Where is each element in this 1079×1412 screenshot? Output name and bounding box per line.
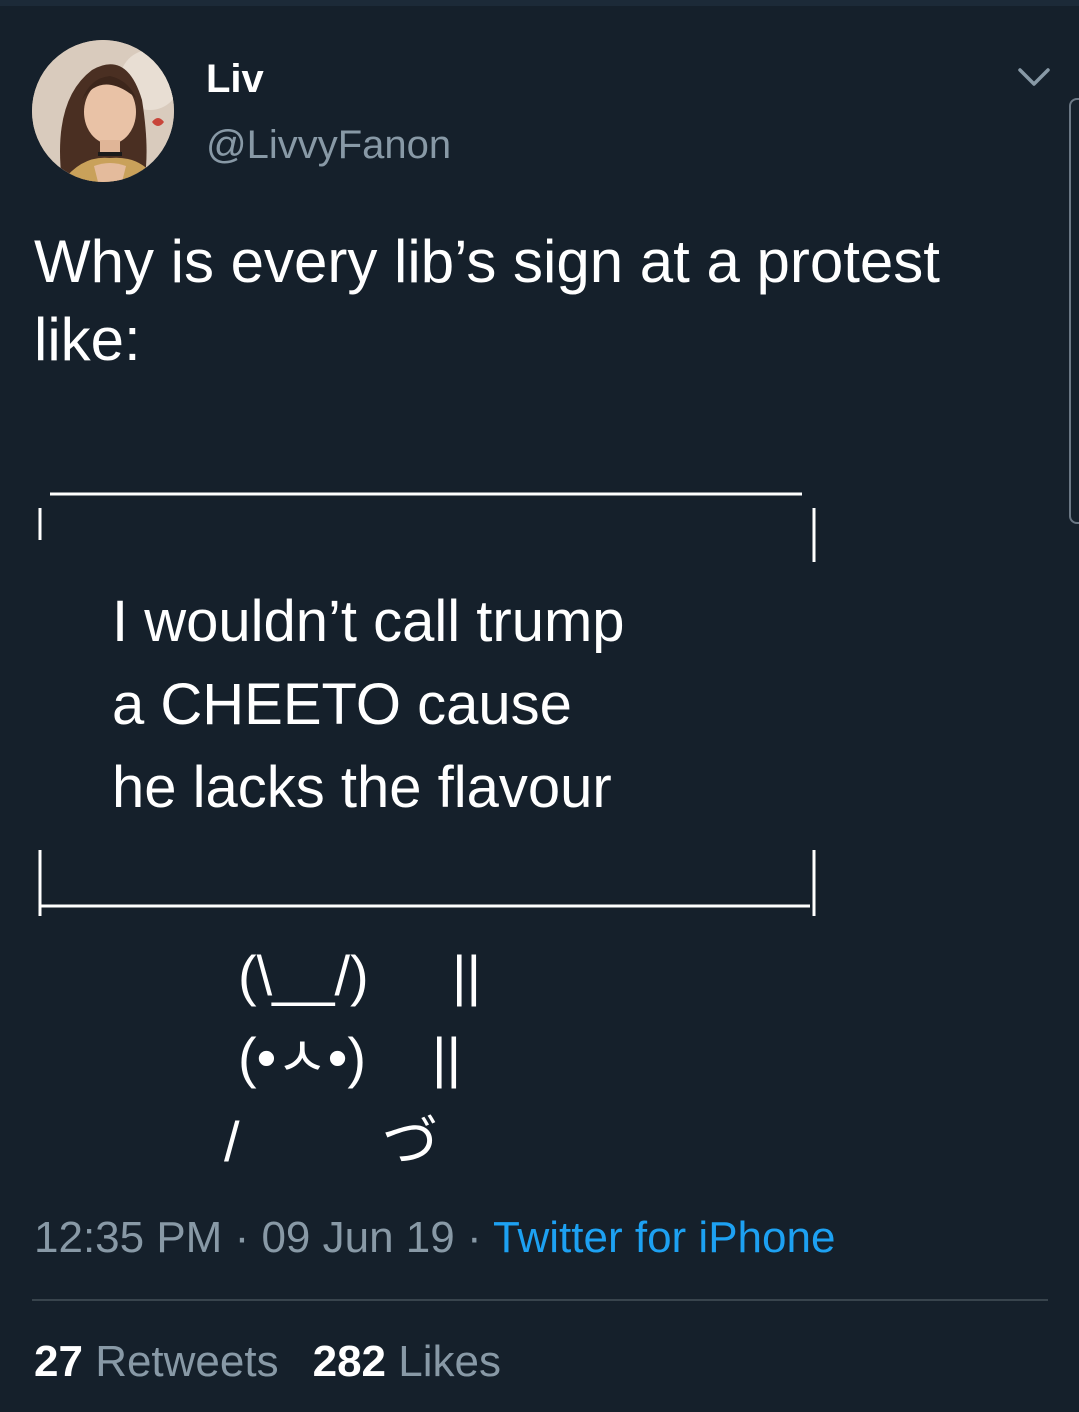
likes-stat[interactable]: 282 Likes [313,1337,501,1386]
avatar[interactable] [32,40,174,182]
tweet-meta: 12:35 PM · 09 Jun 19 · Twitter for iPhon… [34,1210,835,1266]
tweet-date[interactable]: 09 Jun 19 [261,1213,454,1262]
meta-separator: · [222,1213,262,1262]
top-edge [0,0,1079,6]
tweet-stats: 27 Retweets 282 Likes [34,1334,501,1390]
likes-count: 282 [312,1337,387,1386]
profile-photo-icon [32,40,174,182]
bunny-face: (•ㅅ•) [238,1026,367,1089]
display-name[interactable]: Liv [206,55,264,103]
sign-pole-upper: || [452,944,482,1007]
tweet-time[interactable]: 12:35 PM [34,1213,222,1262]
chevron-down-icon[interactable] [1016,62,1052,92]
user-handle[interactable]: @LivvyFanon [206,120,451,170]
meta-separator: · [454,1213,494,1262]
retweets-count: 27 [34,1337,83,1386]
retweets-stat[interactable]: 27 Retweets [34,1337,279,1386]
tweet-text: Why is every lib’s sign at a protest lik… [34,228,940,373]
bunny-ears: (\__/) [238,944,369,1007]
sign-pole-lower: || [432,1026,462,1089]
divider [32,1299,1048,1301]
retweets-label: Retweets [95,1337,279,1386]
bunny-arm: / [224,1110,240,1173]
bunny-hand: づ [382,1110,438,1173]
scrollbar[interactable] [1069,98,1079,524]
sign-text: I wouldn’t call trump a CHEETO cause he … [112,589,625,820]
tweet-source-link[interactable]: Twitter for iPhone [493,1213,835,1262]
likes-label: Likes [398,1337,501,1386]
